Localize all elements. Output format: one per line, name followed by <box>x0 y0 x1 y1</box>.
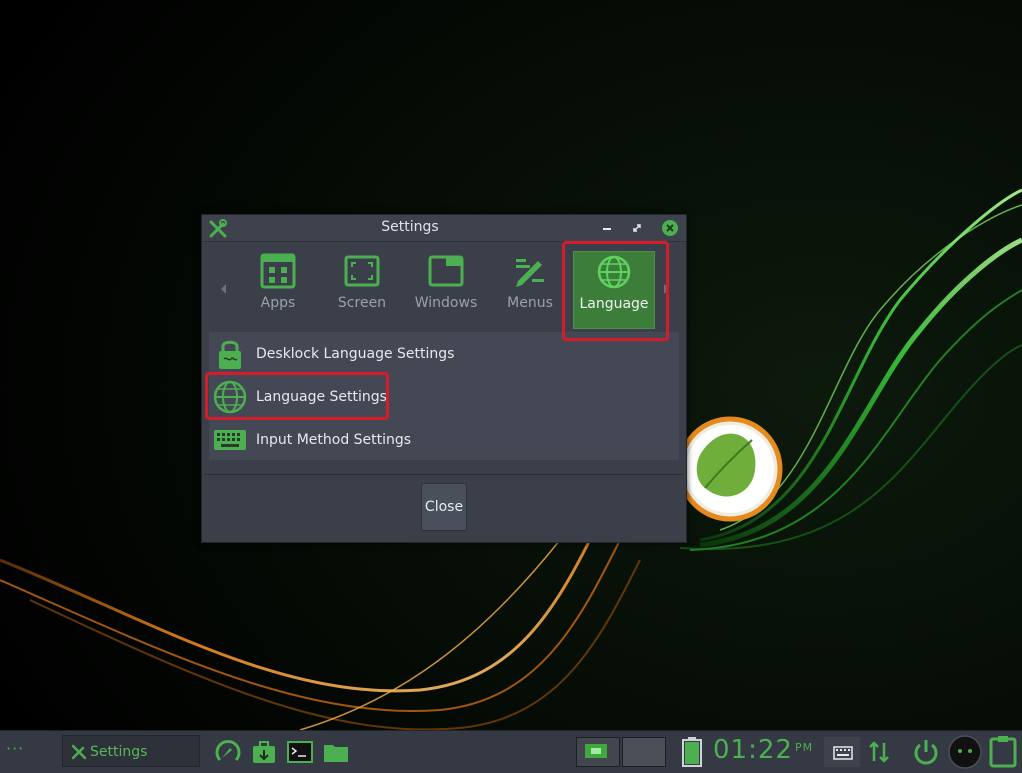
maximize-icon[interactable] <box>629 220 645 236</box>
clock-ampm: PM <box>794 741 814 754</box>
rocket-launcher-icon[interactable] <box>214 738 242 766</box>
list-item-input-method[interactable]: Input Method Settings <box>213 421 673 459</box>
tab-label: Screen <box>337 295 387 311</box>
scroll-left-icon[interactable] <box>219 283 229 295</box>
tab-screen[interactable]: Screen <box>321 251 403 329</box>
desktop-pager-1[interactable] <box>576 737 620 767</box>
desktop-pager-2[interactable] <box>622 737 666 767</box>
taskbar: ··· Settings 01:22 PM <box>0 730 1022 773</box>
window-titlebar[interactable]: Settings <box>202 215 686 242</box>
user-avatar-icon[interactable] <box>948 735 982 769</box>
close-icon[interactable] <box>661 219 679 237</box>
keyboard-icon <box>214 430 246 450</box>
battery-icon <box>682 737 702 767</box>
window-title: Settings <box>381 219 439 235</box>
package-icon[interactable] <box>250 738 278 766</box>
folder-icon[interactable] <box>322 738 350 766</box>
menus-icon <box>516 259 544 287</box>
list-item-label: Input Method Settings <box>256 432 412 448</box>
tab-menus[interactable]: Menus <box>489 251 571 329</box>
minimize-icon[interactable] <box>599 220 615 236</box>
tab-windows[interactable]: Windows <box>405 251 487 329</box>
screen-icon <box>344 255 380 287</box>
apps-icon <box>260 253 296 289</box>
taskbar-task-settings[interactable]: Settings <box>62 735 200 767</box>
tab-label: Apps <box>260 295 296 311</box>
tools-icon <box>71 744 87 760</box>
window-separator <box>204 474 684 475</box>
lock-icon <box>219 340 241 369</box>
close-button[interactable]: Close <box>421 483 467 531</box>
power-icon[interactable] <box>910 736 942 768</box>
highlight-language-settings <box>205 372 389 420</box>
active-window-icon <box>585 744 607 758</box>
main-menu-button[interactable]: ··· <box>6 739 24 758</box>
clipboard-icon[interactable] <box>988 734 1018 768</box>
keyboard-layout-button[interactable] <box>824 737 860 767</box>
clock-time: 01:22 <box>713 735 793 765</box>
highlight-language-tab <box>562 241 669 341</box>
windows-icon <box>428 255 464 287</box>
tab-label: Windows <box>414 295 478 311</box>
keyboard-icon <box>833 746 853 760</box>
clock[interactable]: 01:22 PM <box>713 735 813 765</box>
task-label: Settings <box>90 744 148 760</box>
terminal-icon[interactable] <box>286 738 314 766</box>
list-item-label: Desklock Language Settings <box>256 346 455 362</box>
network-transfer-icon[interactable] <box>866 739 892 765</box>
tab-label: Menus <box>507 295 553 311</box>
tab-apps[interactable]: Apps <box>237 251 319 329</box>
